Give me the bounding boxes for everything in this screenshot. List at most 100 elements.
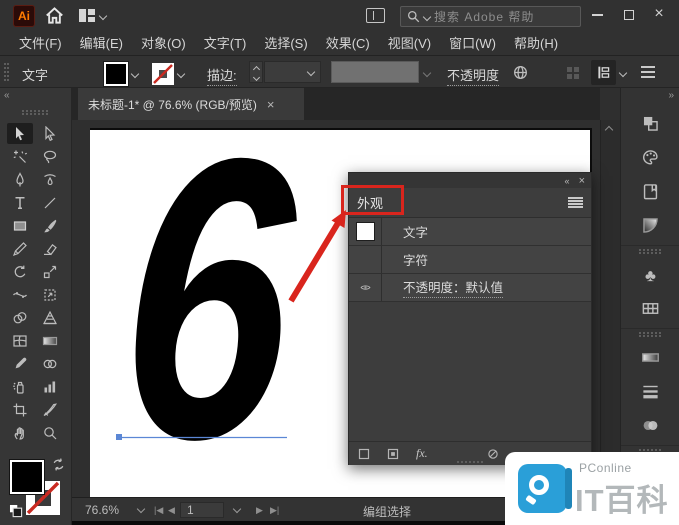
hand-tool[interactable] <box>7 422 33 443</box>
width-tool[interactable] <box>7 284 33 305</box>
document-tab-close-icon[interactable]: × <box>267 97 275 112</box>
lasso-tool[interactable] <box>37 146 63 167</box>
column-graph-tool[interactable] <box>37 376 63 397</box>
vertical-scrollbar[interactable] <box>600 120 620 497</box>
artboard-chevron-icon[interactable] <box>233 505 241 513</box>
appearance-panel: « × 外观 文字 字符 不透明度：默认值 fx. <box>348 172 592 465</box>
pathfinder-panel-icon[interactable] <box>635 110 665 136</box>
recolor-artwork-icon[interactable] <box>512 64 529 81</box>
rotate-tool[interactable] <box>7 261 33 282</box>
menu-select[interactable]: 选择(S) <box>255 33 316 52</box>
visibility-eye-icon[interactable] <box>358 282 373 293</box>
minimize-button[interactable] <box>586 5 608 25</box>
type-tool[interactable] <box>7 192 33 213</box>
blend-tool[interactable] <box>37 353 63 374</box>
magic-wand-tool[interactable] <box>7 146 33 167</box>
perspective-grid-tool[interactable] <box>37 307 63 328</box>
control-bar-grip[interactable] <box>4 63 9 81</box>
free-transform-tool[interactable] <box>37 284 63 305</box>
home-icon[interactable] <box>45 6 64 25</box>
swatch-grid-panel-icon[interactable] <box>635 295 665 321</box>
rectangle-tool[interactable] <box>7 215 33 236</box>
zoom-level[interactable]: 76.6% <box>85 503 119 517</box>
last-artboard-icon[interactable]: ▶| <box>270 505 279 516</box>
scale-tool[interactable] <box>37 261 63 282</box>
align-panel-button[interactable] <box>591 60 616 85</box>
stroke-weight-dropdown[interactable] <box>264 61 321 83</box>
arrange-documents-icon[interactable] <box>79 9 95 22</box>
menu-type[interactable]: 文字(T) <box>195 33 256 52</box>
menu-object[interactable]: 对象(O) <box>132 33 195 52</box>
default-fill-stroke-icon[interactable] <box>8 503 23 518</box>
toolbar-collapse-icon[interactable]: « <box>4 90 9 101</box>
symbol-sprayer-tool[interactable] <box>7 376 33 397</box>
next-artboard-icon[interactable]: ▶ <box>256 505 263 516</box>
opacity-link[interactable]: 不透明度 <box>447 65 499 86</box>
gradient-bar-panel-icon[interactable] <box>635 344 665 370</box>
transparency-panel-icon[interactable] <box>635 412 665 438</box>
text-fill-swatch[interactable] <box>356 222 375 241</box>
clear-appearance-icon[interactable] <box>487 448 499 460</box>
eraser-tool[interactable] <box>37 238 63 259</box>
document-tab[interactable]: 未标题-1* @ 76.6% (RGB/预览) × <box>78 88 304 120</box>
shape-builder-tool[interactable] <box>7 307 33 328</box>
direct-selection-tool[interactable] <box>37 123 63 144</box>
appearance-row-characters[interactable]: 字符 <box>349 246 591 274</box>
symbols-panel-icon[interactable]: ♣ <box>635 261 665 287</box>
menu-window[interactable]: 窗口(W) <box>440 33 505 52</box>
zoom-tool[interactable] <box>37 422 63 443</box>
document-layout-icon[interactable] <box>366 8 385 23</box>
dock-collapse-icon[interactable]: » <box>668 90 673 101</box>
control-panel-menu-icon[interactable] <box>641 66 655 78</box>
appearance-row-text[interactable]: 文字 <box>349 218 591 246</box>
align-objects-icon-disabled <box>565 65 581 81</box>
toolbar-fill-swatch[interactable] <box>10 460 44 494</box>
paintbrush-tool[interactable] <box>37 215 63 236</box>
stroke-lines-panel-icon[interactable] <box>635 378 665 404</box>
swap-fill-stroke-icon[interactable] <box>50 456 67 473</box>
pen-tool[interactable] <box>7 169 33 190</box>
appearance-row-label: 字符 <box>403 250 428 269</box>
panel-menu-icon[interactable] <box>568 197 583 208</box>
line-segment-tool[interactable] <box>37 192 63 213</box>
stroke-weight-label[interactable]: 描边: <box>207 65 237 86</box>
panel-collapse-icon[interactable]: « <box>565 176 569 186</box>
new-stroke-icon[interactable] <box>358 448 370 460</box>
stroke-weight-stepper[interactable] <box>249 61 263 83</box>
shaper-tool[interactable] <box>7 238 33 259</box>
eyedropper-tool[interactable] <box>7 353 33 374</box>
swatches-book-panel-icon[interactable] <box>635 178 665 204</box>
close-button[interactable]: × <box>648 4 670 24</box>
selection-tool[interactable] <box>7 123 33 144</box>
menu-view[interactable]: 视图(V) <box>379 33 440 52</box>
stroke-color-swatch[interactable] <box>152 63 174 85</box>
search-scope-chevron-icon[interactable] <box>423 12 431 20</box>
artboard-tool[interactable] <box>7 399 33 420</box>
menu-edit[interactable]: 编辑(E) <box>71 33 132 52</box>
toolbar-grip[interactable] <box>22 110 48 115</box>
gradient-tool[interactable] <box>37 330 63 351</box>
slice-tool[interactable] <box>37 399 63 420</box>
help-search-input[interactable]: 搜索 Adobe 帮助 <box>400 6 581 27</box>
arrange-documents-chevron-icon[interactable] <box>99 12 107 20</box>
first-artboard-icon[interactable]: |◀ <box>154 505 163 516</box>
mesh-tool[interactable] <box>7 330 33 351</box>
prev-artboard-icon[interactable]: ◀ <box>168 505 175 516</box>
menu-file[interactable]: 文件(F) <box>10 33 71 52</box>
menu-help[interactable]: 帮助(H) <box>505 33 567 52</box>
panel-close-icon[interactable]: × <box>579 175 585 187</box>
gradient-wedge-panel-icon[interactable] <box>635 212 665 238</box>
artboard-number-box[interactable]: 1 <box>180 502 224 518</box>
add-effect-icon[interactable]: fx. <box>416 446 428 461</box>
panel-resize-grip[interactable] <box>457 461 483 463</box>
appearance-row-opacity[interactable]: 不透明度：默认值 <box>349 274 591 302</box>
curvature-tool[interactable] <box>37 169 63 190</box>
zoom-chevron-icon[interactable] <box>137 505 145 513</box>
maximize-button[interactable] <box>618 5 640 25</box>
menu-effect[interactable]: 效果(C) <box>317 33 379 52</box>
document-tab-bar: 未标题-1* @ 76.6% (RGB/预览) × <box>72 88 600 120</box>
new-fill-icon[interactable] <box>387 448 399 460</box>
color-palette-panel-icon[interactable] <box>635 144 665 170</box>
fill-color-swatch[interactable] <box>104 62 128 86</box>
row-gutter <box>349 246 382 273</box>
